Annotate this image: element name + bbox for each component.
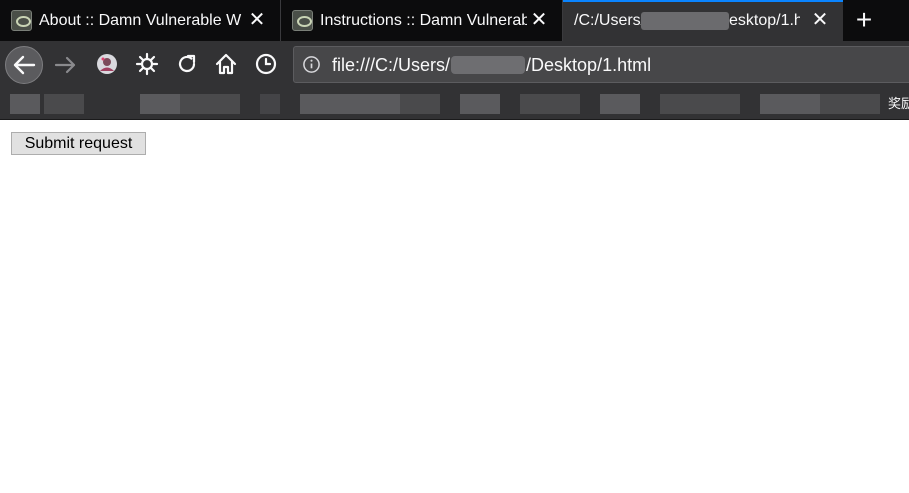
blurred-bookmark[interactable] [180, 94, 240, 114]
blurred-bookmark[interactable] [400, 94, 440, 114]
blurred-bookmark[interactable] [600, 94, 640, 114]
blurred-bookmark[interactable] [140, 94, 180, 114]
new-tab-button[interactable]: + [850, 6, 878, 34]
blurred-bookmark[interactable] [820, 94, 880, 114]
back-button[interactable] [5, 46, 43, 84]
close-tab-icon[interactable]: ✕ [809, 9, 831, 31]
reload-icon [178, 54, 196, 73]
close-tab-icon[interactable]: ✕ [246, 9, 268, 31]
blurred-bookmark[interactable] [44, 94, 84, 114]
info-icon[interactable] [302, 55, 321, 74]
tab-title-suffix: esktop/1.ht [729, 12, 800, 29]
settings-icon [135, 52, 159, 76]
tab-title: /C:/Users/esktop/1.ht [574, 11, 800, 31]
back-icon [13, 55, 36, 75]
toolbar-divider [0, 119, 909, 120]
close-tab-icon[interactable]: ✕ [528, 9, 550, 31]
history-icon [255, 53, 277, 75]
blurred-bookmark[interactable] [660, 94, 740, 114]
tab-local-file[interactable]: /C:/Users/esktop/1.ht ✕ [563, 0, 843, 41]
home-icon [215, 53, 237, 75]
site-favicon-icon [11, 10, 32, 31]
forward-icon [54, 56, 76, 74]
tab-title: Instructions :: Damn Vulnerab [320, 12, 527, 29]
blurred-bookmark[interactable] [460, 94, 500, 114]
reload-button[interactable] [174, 52, 200, 78]
account-avatar[interactable] [94, 52, 120, 78]
url-text[interactable]: file:///C:/Users/ /Desktop/1.html [332, 54, 651, 76]
redacted-username [641, 12, 729, 30]
forward-button[interactable] [53, 52, 79, 78]
url-prefix: file:///C:/Users/ [332, 55, 451, 75]
tab-title-prefix: /C:/Users/ [574, 12, 646, 29]
url-bar[interactable]: file:///C:/Users/ /Desktop/1.html [293, 46, 909, 83]
blurred-bookmark[interactable] [760, 94, 820, 114]
redacted-username [451, 56, 526, 74]
home-button[interactable] [213, 52, 239, 78]
tab-instructions[interactable]: Instructions :: Damn Vulnerab ✕ [281, 0, 563, 41]
url-suffix: /Desktop/1.html [526, 55, 652, 75]
tab-strip: About :: Damn Vulnerable W ✕ Instruction… [0, 0, 909, 41]
blurred-bookmark[interactable] [520, 94, 580, 114]
settings-button[interactable] [134, 52, 160, 78]
navigation-toolbar: file:///C:/Users/ /Desktop/1.html [0, 41, 909, 89]
history-button[interactable] [253, 52, 279, 78]
site-favicon-icon [292, 10, 313, 31]
blurred-bookmark[interactable] [300, 94, 400, 114]
avatar-icon [97, 54, 117, 74]
bookmark-label[interactable]: 奖励 [888, 94, 909, 114]
tab-title: About :: Damn Vulnerable W [39, 12, 242, 29]
submit-request-button[interactable]: Submit request [11, 132, 146, 155]
tab-about[interactable]: About :: Damn Vulnerable W ✕ [0, 0, 281, 41]
bookmarks-toolbar: 奖励 [0, 89, 909, 119]
blurred-bookmark[interactable] [10, 94, 40, 114]
blurred-bookmark[interactable] [260, 94, 280, 114]
